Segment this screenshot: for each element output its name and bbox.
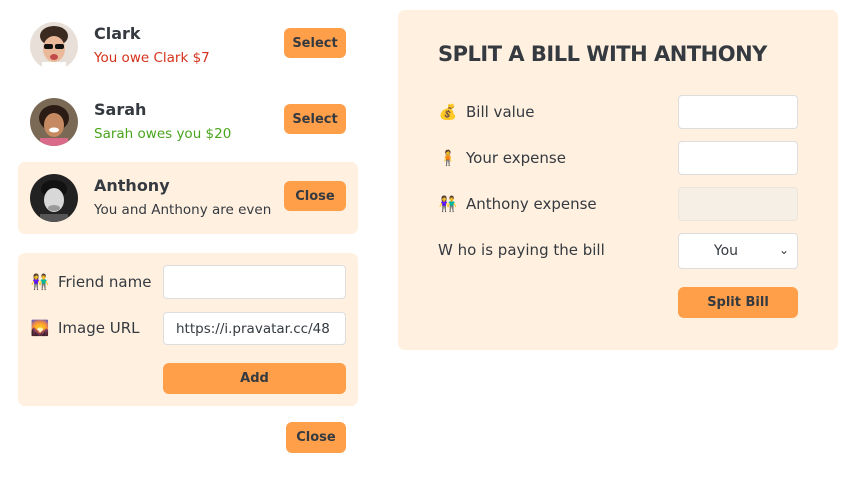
- balance-status: Sarah owes you $20: [94, 126, 232, 142]
- avatar: [30, 98, 78, 146]
- split-bill-button[interactable]: Split Bill: [678, 287, 798, 318]
- friend-expense-label: 👫 Anthony expense: [438, 195, 597, 213]
- friend-name: Sarah: [94, 100, 147, 119]
- close-anthony-button[interactable]: Close: [284, 181, 346, 211]
- select-clark-button[interactable]: Select: [284, 28, 346, 58]
- add-friend-form: 👫 Friend name 🌄 Image URL Add: [18, 253, 358, 406]
- money-bag-icon: 💰: [438, 103, 458, 121]
- friend-item-clark: Clark You owe Clark $7 Select: [18, 10, 358, 82]
- bill-value-input[interactable]: [678, 95, 798, 129]
- payer-select[interactable]: You ⌄: [678, 233, 798, 269]
- people-icon: 👫: [30, 273, 50, 291]
- select-sarah-button[interactable]: Select: [284, 104, 346, 134]
- people-icon: 👫: [438, 195, 458, 213]
- friend-name-label-text: Friend name: [58, 273, 152, 291]
- bill-value-label-text: Bill value: [466, 103, 535, 121]
- avatar: [30, 174, 78, 222]
- your-expense-label-text: Your expense: [466, 149, 566, 167]
- image-icon: 🌄: [30, 319, 50, 337]
- payer-label-text: W ho is paying the bill: [438, 241, 605, 259]
- friend-item-anthony: Anthony You and Anthony are even Close: [18, 162, 358, 234]
- friend-item-sarah: Sarah Sarah owes you $20 Select: [18, 86, 358, 158]
- image-url-input[interactable]: [163, 312, 346, 345]
- add-friend-button[interactable]: Add: [163, 363, 346, 394]
- split-title: SPLIT A BILL WITH ANTHONY: [438, 42, 767, 66]
- friend-name-label: 👫 Friend name: [30, 273, 152, 291]
- bill-value-label: 💰 Bill value: [438, 103, 535, 121]
- avatar: [30, 22, 78, 70]
- balance-status: You owe Clark $7: [94, 50, 210, 66]
- chevron-down-icon: ⌄: [778, 243, 789, 257]
- your-expense-label: 🧍 Your expense: [438, 149, 566, 167]
- payer-label: W ho is paying the bill: [438, 241, 605, 259]
- friend-expense-label-text: Anthony expense: [466, 195, 597, 213]
- balance-status: You and Anthony are even: [94, 202, 272, 218]
- friend-name: Clark: [94, 24, 141, 43]
- image-url-label: 🌄 Image URL: [30, 319, 140, 337]
- person-icon: 🧍: [438, 149, 458, 167]
- image-url-label-text: Image URL: [58, 319, 140, 337]
- your-expense-input[interactable]: [678, 141, 798, 175]
- close-form-button[interactable]: Close: [286, 422, 346, 453]
- friend-name-input[interactable]: [163, 265, 346, 299]
- friend-expense-input: [678, 187, 798, 221]
- friend-name: Anthony: [94, 176, 170, 195]
- payer-select-value: You: [713, 243, 739, 259]
- split-bill-form: SPLIT A BILL WITH ANTHONY 💰 Bill value 🧍…: [398, 10, 838, 350]
